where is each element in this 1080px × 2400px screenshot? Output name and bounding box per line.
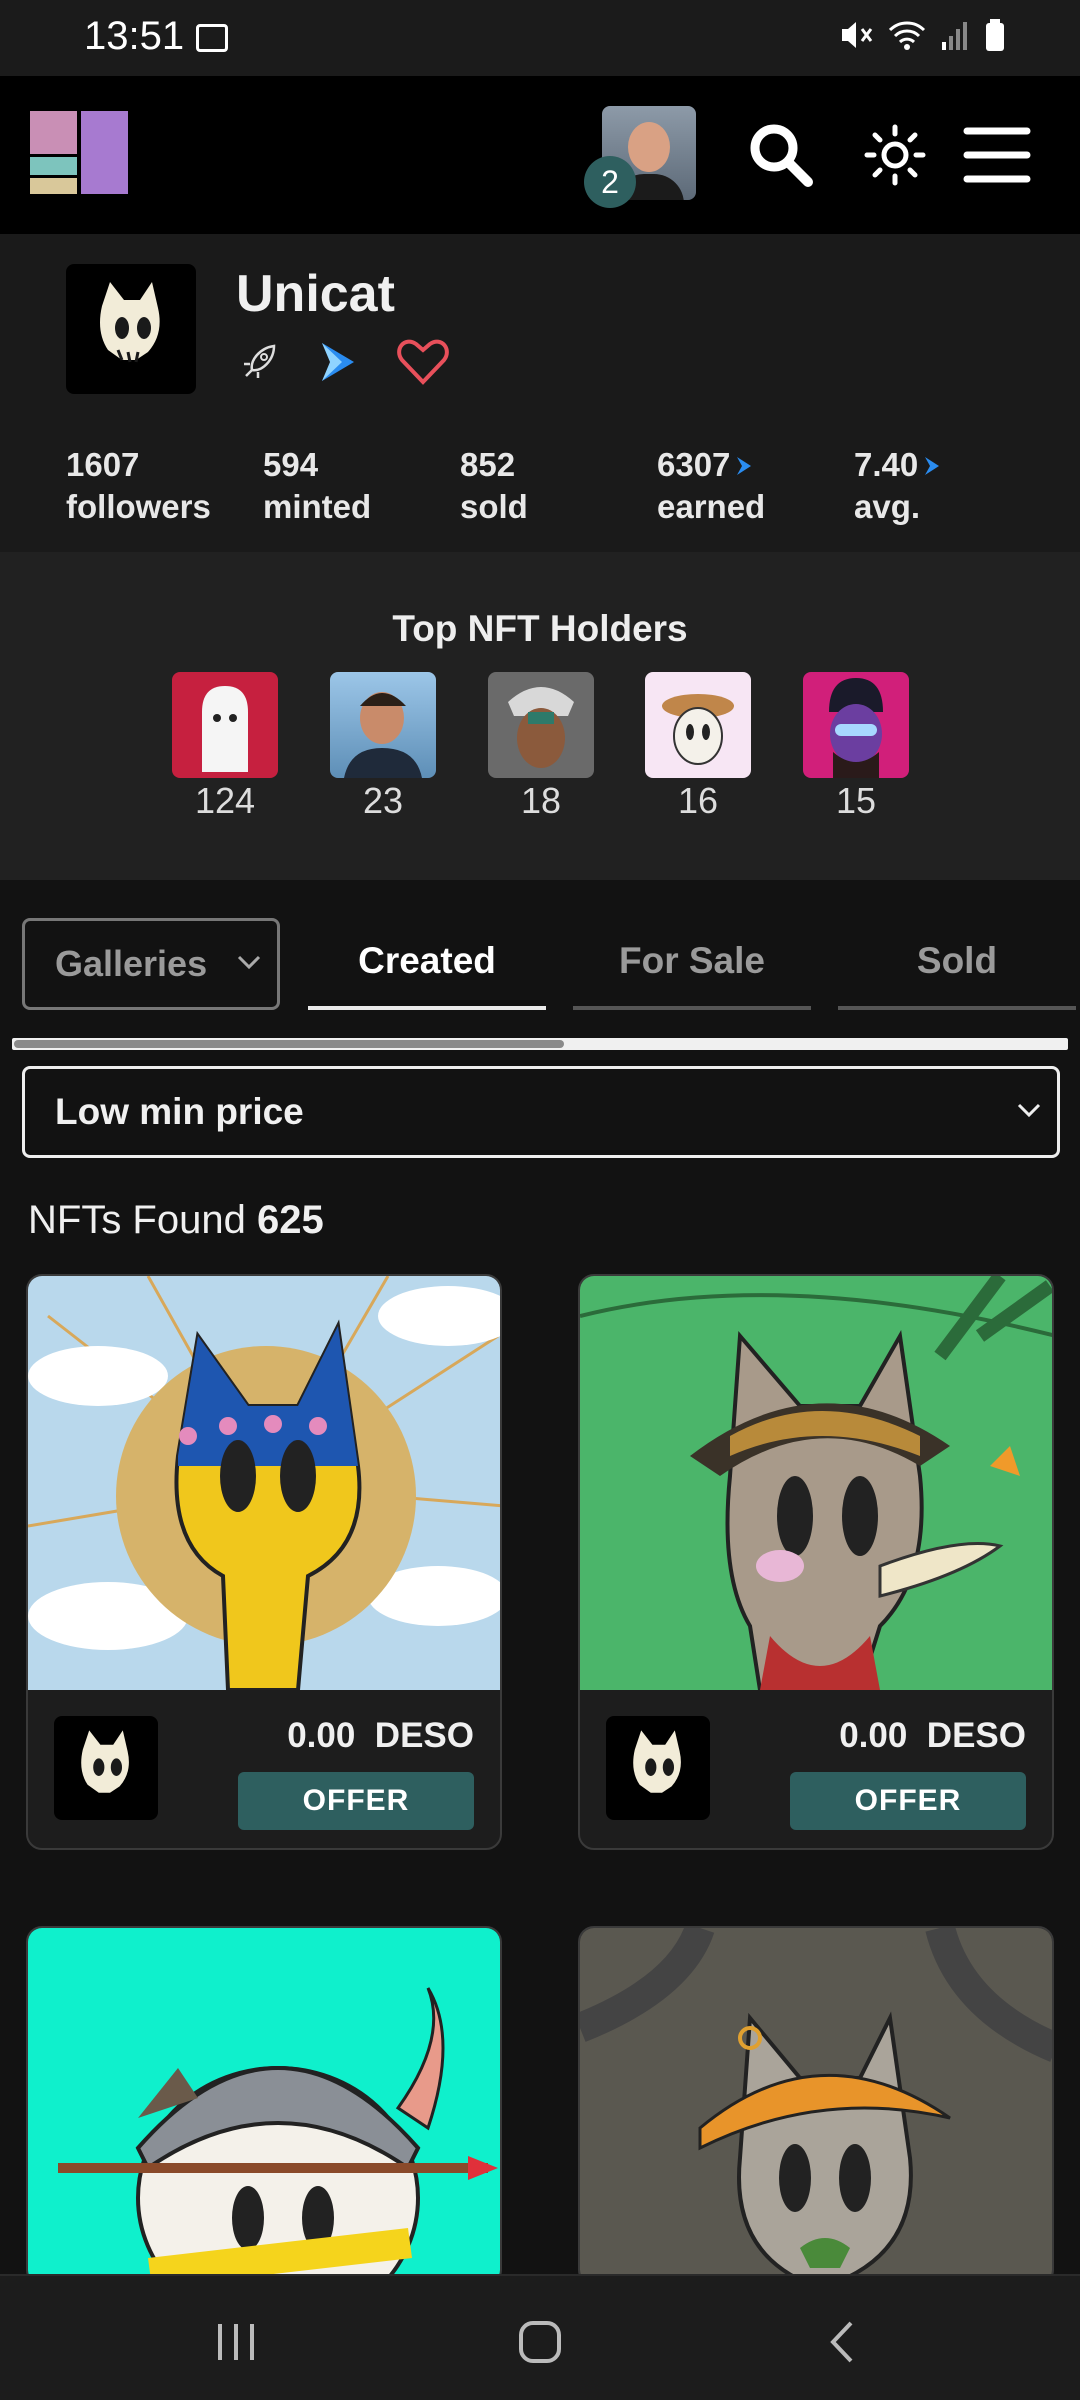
nft-card[interactable]: [578, 1926, 1054, 2286]
chevron-down-icon: [237, 955, 261, 970]
stat-avg: 7.40 avg.: [854, 444, 1051, 528]
status-bar: 13:51: [0, 0, 1080, 76]
status-time: 13:51: [84, 14, 185, 58]
deso-icon[interactable]: [318, 341, 358, 383]
holder-count: 16: [677, 780, 719, 821]
holder-avatar[interactable]: [488, 672, 594, 778]
tab-sold[interactable]: Sold: [838, 918, 1076, 1010]
results-count: NFTs Found 625: [28, 1198, 324, 1242]
holder-item[interactable]: 16: [645, 672, 751, 822]
tab-for-sale[interactable]: For Sale: [573, 918, 811, 1010]
status-icons: [838, 18, 1006, 52]
holder-avatar[interactable]: [172, 672, 278, 778]
holder-count: 124: [194, 780, 256, 821]
chevron-down-icon: [1017, 1103, 1041, 1118]
holder-count: 15: [835, 780, 877, 821]
notification-badge[interactable]: 2: [584, 156, 636, 208]
holder-item[interactable]: 23: [330, 672, 436, 822]
nft-card-footer: 0.00 DESO OFFER: [580, 1690, 1052, 1848]
nft-price: 0.00 DESO: [839, 1716, 1026, 1755]
signal-icon: [942, 22, 967, 50]
holder-avatar[interactable]: [645, 672, 751, 778]
profile-stats: 1607 followers 594 minted 852 sold 6307 ear…: [66, 444, 1051, 528]
nft-price: 0.00 DESO: [287, 1716, 474, 1755]
holder-avatar[interactable]: [803, 672, 909, 778]
nft-image[interactable]: [580, 1276, 1052, 1690]
home-icon[interactable]: [510, 2312, 570, 2372]
offer-button[interactable]: OFFER: [790, 1772, 1026, 1830]
rocket-icon[interactable]: [240, 342, 280, 382]
nft-card[interactable]: [26, 1926, 502, 2286]
creator-avatar[interactable]: [54, 1716, 158, 1820]
mute-icon: [842, 22, 873, 48]
heart-icon[interactable]: [396, 338, 450, 386]
holder-item[interactable]: 124: [172, 672, 278, 822]
sort-dropdown[interactable]: Low min price: [22, 1066, 1060, 1158]
holder-count: 18: [520, 780, 562, 821]
nft-card-footer: 0.00 DESO OFFER: [28, 1690, 500, 1848]
galleries-dropdown[interactable]: Galleries: [22, 918, 280, 1010]
theme-toggle-sun-icon[interactable]: [858, 118, 932, 192]
stat-followers[interactable]: 1607 followers: [66, 444, 263, 528]
profile-header: Unicat 1607 followers 594 minted 852 sold 6…: [0, 234, 1080, 552]
holder-item[interactable]: 15: [803, 672, 909, 822]
battery-icon: [986, 19, 1004, 51]
gallery-notification-icon: [196, 24, 228, 52]
back-icon[interactable]: [812, 2312, 872, 2372]
nft-card[interactable]: 0.00 DESO OFFER: [26, 1274, 502, 1850]
app-logo[interactable]: [30, 111, 128, 199]
creator-avatar[interactable]: [606, 1716, 710, 1820]
profile-avatar: [66, 264, 196, 394]
system-navigation-bar: [0, 2274, 1080, 2400]
nft-card[interactable]: 0.00 DESO OFFER: [578, 1274, 1054, 1850]
profile-name: Unicat: [236, 265, 395, 323]
nft-image[interactable]: [28, 1276, 500, 1690]
deso-arrow-icon: [925, 457, 940, 475]
stat-minted: 594 minted: [263, 446, 372, 525]
tab-created[interactable]: Created: [308, 918, 546, 1010]
recent-apps-icon[interactable]: [206, 2312, 266, 2372]
stat-sold: 852 sold: [460, 446, 528, 525]
stat-earned: 6307 earned: [657, 446, 766, 525]
holder-item[interactable]: 18: [488, 672, 594, 822]
profile-action-icons: [240, 338, 450, 386]
holder-avatar[interactable]: [330, 672, 436, 778]
holders-title: Top NFT Holders: [392, 608, 688, 649]
top-nft-holders: Top NFT Holders 124 23 18 16 15: [0, 552, 1080, 880]
search-icon[interactable]: [744, 118, 818, 192]
scrollbar-thumb[interactable]: [14, 1040, 564, 1048]
nft-image[interactable]: [28, 1928, 500, 2284]
wifi-icon: [888, 21, 926, 50]
hamburger-menu-icon[interactable]: [960, 118, 1034, 192]
nft-image[interactable]: [580, 1928, 1052, 2284]
tabs-scrollbar[interactable]: [12, 1038, 1068, 1050]
offer-button[interactable]: OFFER: [238, 1772, 474, 1830]
deso-arrow-icon: [737, 457, 752, 475]
holder-count: 23: [362, 780, 404, 821]
top-nav: 2: [0, 76, 1080, 234]
nft-list-section: Galleries Created For Sale Sold Low min …: [0, 880, 1080, 2286]
